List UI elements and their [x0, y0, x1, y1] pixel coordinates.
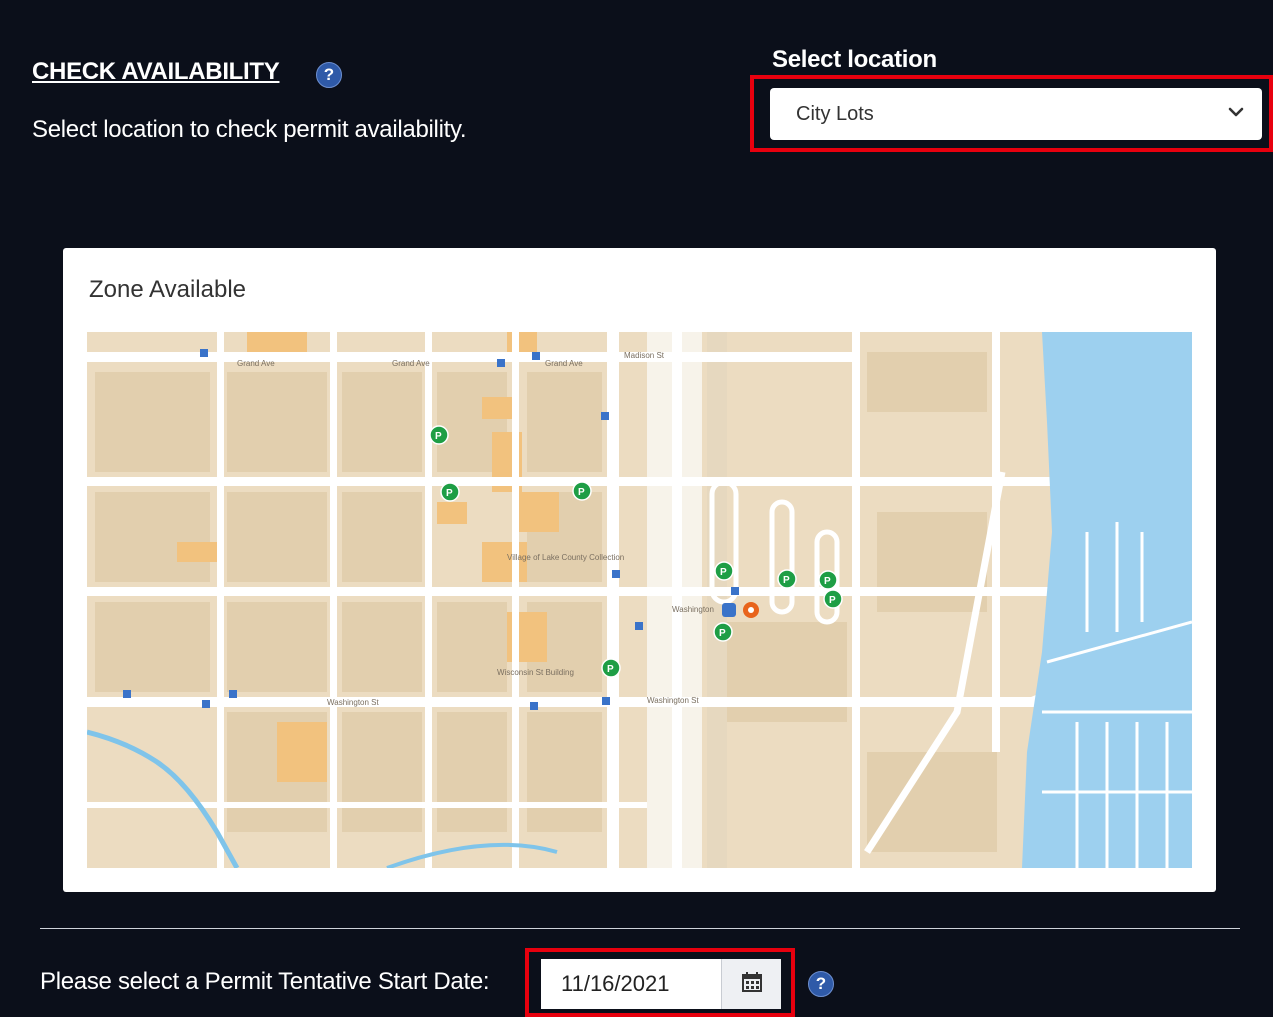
svg-text:P: P — [824, 576, 831, 587]
parking-marker[interactable]: P — [440, 482, 460, 502]
map-label: Village of Lake County Collection — [507, 553, 624, 562]
svg-text:P: P — [720, 567, 727, 578]
svg-text:P: P — [446, 488, 453, 499]
availability-subtitle: Select location to check permit availabi… — [32, 116, 467, 143]
map-label: Wisconsin St Building — [497, 668, 574, 677]
zone-map[interactable]: Grand Ave Grand Ave Grand Ave Madison St… — [87, 332, 1192, 868]
parking-marker[interactable]: P — [601, 658, 621, 678]
map-label: Washington — [672, 605, 714, 614]
chevron-down-icon — [1226, 102, 1246, 128]
map-label: Madison St — [624, 351, 665, 360]
calendar-icon — [741, 971, 763, 998]
map-label: Grand Ave — [237, 359, 275, 368]
start-date-picker: 11/16/2021 — [541, 959, 781, 1009]
start-date-label: Please select a Permit Tentative Start D… — [40, 968, 490, 995]
select-location-label: Select location — [772, 46, 937, 73]
map-label: Washington St — [327, 698, 380, 707]
parking-marker[interactable]: P — [823, 589, 843, 609]
location-select-value: City Lots — [796, 102, 874, 125]
date-help-icon[interactable]: ? — [808, 971, 834, 997]
parking-marker[interactable]: P — [572, 481, 592, 501]
svg-text:P: P — [829, 595, 836, 606]
calendar-button[interactable] — [721, 959, 781, 1009]
map-label: Grand Ave — [545, 359, 583, 368]
svg-text:P: P — [783, 575, 790, 586]
parking-marker[interactable]: P — [714, 561, 734, 581]
map-label: Washington St — [647, 696, 700, 705]
svg-text:P: P — [719, 628, 726, 639]
section-divider — [40, 928, 1240, 929]
parking-marker[interactable]: P — [818, 570, 838, 590]
parking-marker[interactable]: P — [713, 622, 733, 642]
help-icon[interactable]: ? — [316, 62, 342, 88]
zone-available-title: Zone Available — [89, 276, 247, 303]
zone-available-card: Zone Available Grand Ave Grand Ave Grand… — [63, 248, 1216, 892]
parking-marker[interactable]: P — [777, 569, 797, 589]
svg-text:P: P — [607, 664, 614, 675]
parking-marker[interactable]: P — [429, 425, 449, 445]
map-label: Grand Ave — [392, 359, 430, 368]
svg-text:P: P — [435, 431, 442, 442]
location-select[interactable]: City Lots — [770, 88, 1262, 140]
check-availability-title: CHECK AVAILABILITY — [32, 58, 280, 85]
start-date-input[interactable]: 11/16/2021 — [541, 959, 721, 1009]
svg-text:P: P — [578, 487, 585, 498]
